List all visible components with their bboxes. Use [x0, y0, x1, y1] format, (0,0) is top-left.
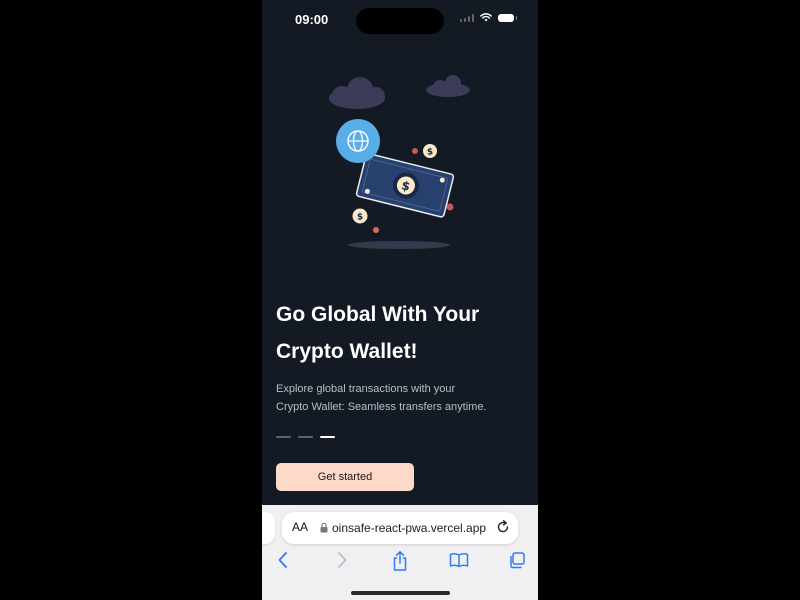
browser-toolbar	[262, 550, 538, 574]
lock-icon	[320, 522, 328, 533]
page-dot[interactable]	[298, 436, 313, 438]
svg-text:$: $	[357, 213, 363, 223]
share-icon[interactable]	[391, 550, 409, 572]
back-icon[interactable]	[276, 550, 290, 570]
phone-screen: 09:00 $ $ $ Go Global With Your Crypto W…	[262, 0, 538, 600]
cloud-icon	[426, 75, 470, 97]
text-size-button[interactable]: AA	[292, 520, 308, 534]
status-icons	[460, 13, 517, 22]
url-text: oinsafe-react-pwa.vercel.app	[332, 521, 487, 535]
bookmarks-icon[interactable]	[449, 550, 469, 570]
dollar-coin-icon: $	[352, 208, 368, 224]
onboarding-subtitle: Explore global transactions with your Cr…	[276, 380, 506, 416]
battery-icon	[498, 13, 517, 22]
reload-icon[interactable]	[496, 520, 510, 534]
page-indicator	[276, 436, 335, 438]
page-dot-active[interactable]	[320, 436, 335, 438]
onboarding-subtitle-line1: Explore global transactions with your	[276, 383, 456, 395]
shadow-ellipse	[348, 241, 450, 249]
dollar-coin-icon: $	[423, 144, 437, 158]
onboarding-title: Go Global With Your Crypto Wallet!	[276, 296, 526, 370]
onboarding-title-line1: Go Global With Your	[276, 303, 480, 326]
banknote-icon: $	[355, 152, 455, 218]
home-indicator[interactable]	[351, 591, 450, 595]
status-bar: 09:00	[262, 0, 538, 40]
tabs-icon[interactable]	[508, 550, 526, 570]
svg-text:$: $	[427, 148, 433, 158]
address-bar[interactable]: AA oinsafe-react-pwa.vercel.app	[282, 512, 518, 544]
browser-chrome: AA oinsafe-react-pwa.vercel.app	[262, 505, 538, 600]
cellular-signal-icon	[460, 13, 474, 22]
dynamic-island	[356, 8, 444, 34]
previous-tab-pill[interactable]	[262, 512, 275, 544]
globe-icon	[336, 119, 380, 163]
get-started-button[interactable]: Get started	[276, 463, 414, 491]
status-time: 09:00	[295, 12, 329, 27]
onboarding-subtitle-line2: Crypto Wallet: Seamless transfers anytim…	[276, 401, 487, 413]
cloud-icon	[329, 77, 385, 109]
hero-illustration: $ $ $	[329, 75, 470, 249]
forward-icon[interactable]	[335, 550, 349, 570]
page-dot[interactable]	[276, 436, 291, 438]
wifi-icon	[480, 13, 492, 22]
onboarding-title-line2: Crypto Wallet!	[276, 340, 418, 363]
